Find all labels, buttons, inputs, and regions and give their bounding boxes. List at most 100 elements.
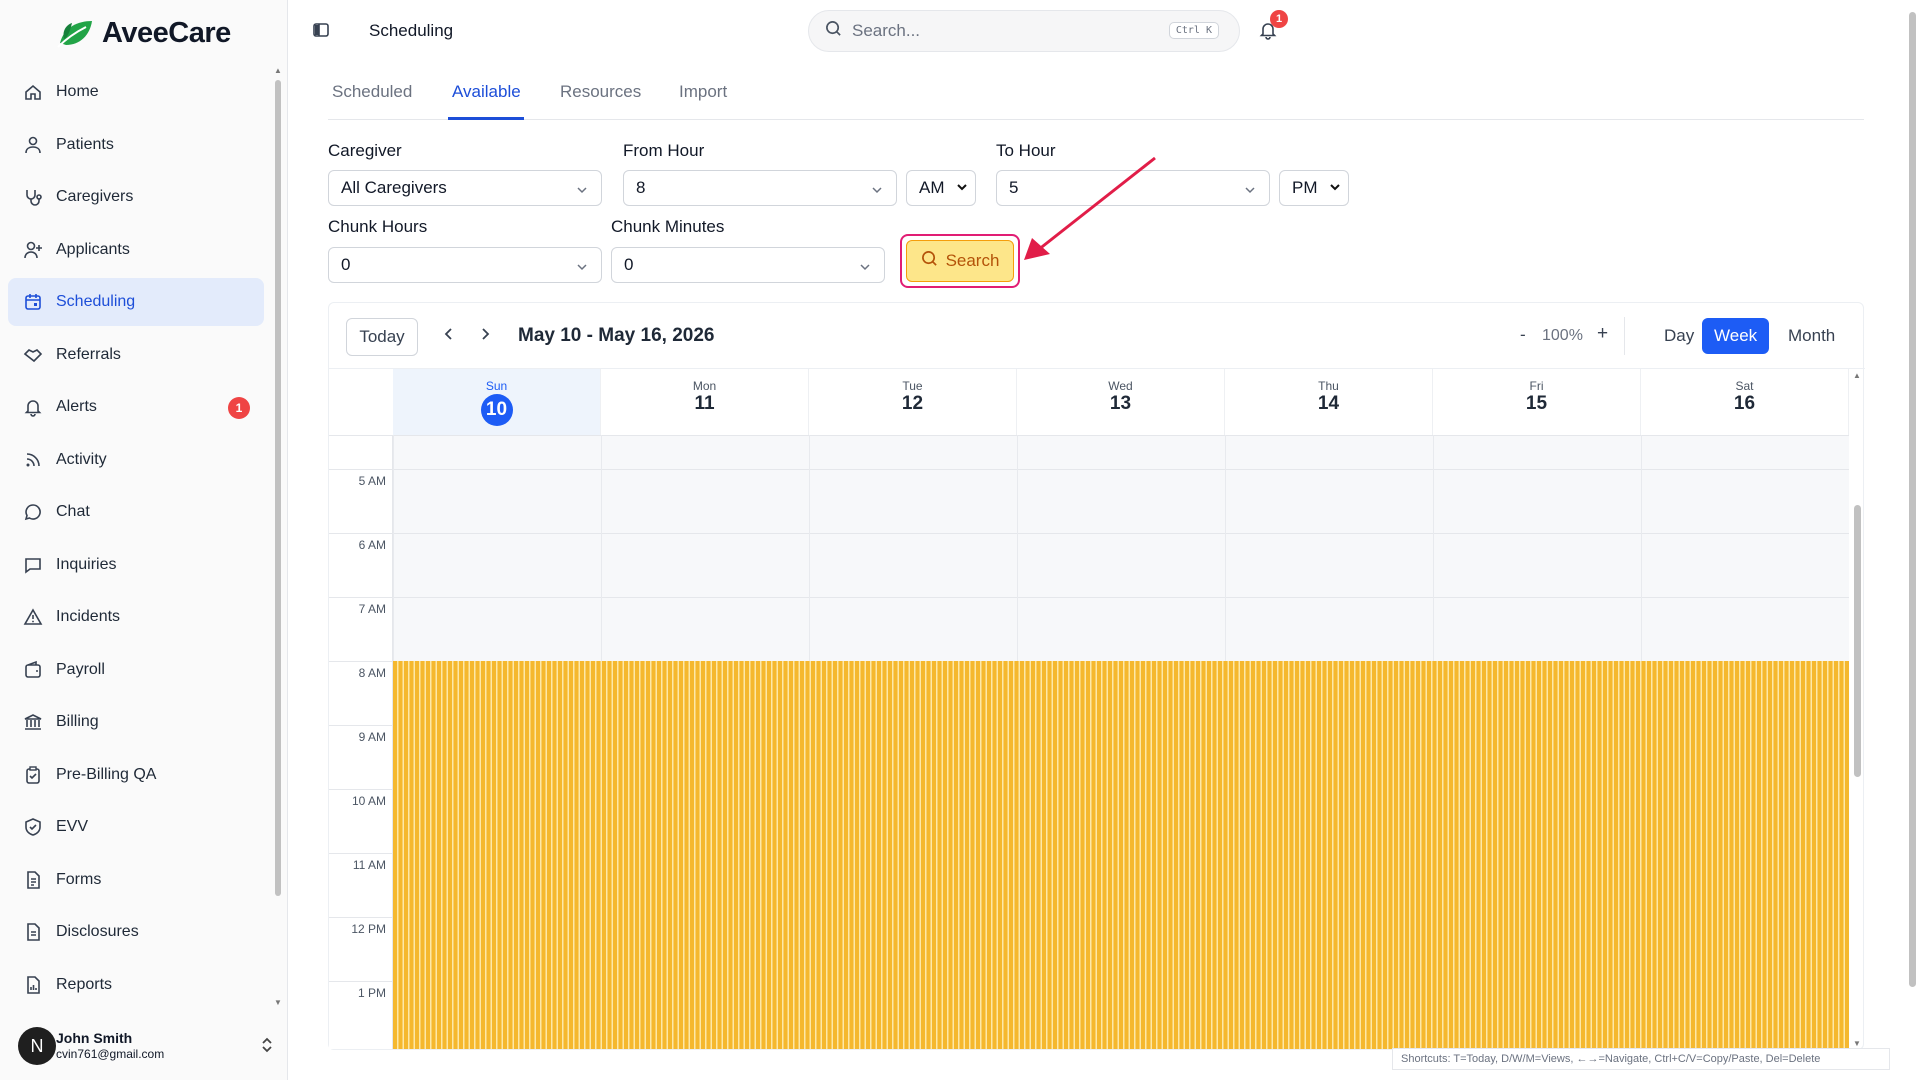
chevron-left-icon[interactable]: [443, 326, 455, 347]
sidebar-item-incidents[interactable]: Incidents: [8, 593, 264, 641]
sidebar-item-evv[interactable]: EVV: [8, 803, 264, 851]
day-number: 10: [480, 394, 513, 426]
tab-scheduled[interactable]: Scheduled: [332, 82, 412, 102]
day-header-sun[interactable]: Sun 10: [393, 369, 601, 435]
user-profile[interactable]: N John Smith cvin761@gmail.com: [18, 1024, 274, 1068]
sidebar-item-chat[interactable]: Chat: [8, 488, 264, 536]
shortcuts-hint: Shortcuts: T=Today, D/W/M=Views, ←→=Navi…: [1392, 1048, 1890, 1070]
page-scroll-thumb[interactable]: [1909, 12, 1916, 987]
tab-resources[interactable]: Resources: [560, 82, 641, 102]
chunk-minutes-label: Chunk Minutes: [611, 217, 725, 236]
zoom-in-button[interactable]: +: [1597, 323, 1608, 345]
chevron-down-icon: [575, 182, 589, 196]
sidebar-item-inquiries[interactable]: Inquiries: [8, 541, 264, 589]
day-number: 14: [1317, 393, 1340, 414]
sidebar-item-reports[interactable]: Reports: [8, 961, 264, 1009]
availability-block[interactable]: [393, 661, 1849, 1049]
day-name: Sun: [485, 379, 508, 393]
sidebar-item-pre-billing-qa[interactable]: Pre-Billing QA: [8, 751, 264, 799]
chevron-up-down-icon[interactable]: [260, 1036, 274, 1057]
avatar: N: [18, 1027, 56, 1065]
from-ampm-select[interactable]: AM: [906, 170, 976, 206]
view-month-button[interactable]: Month: [1776, 318, 1847, 354]
caregiver-value: All Caregivers: [341, 178, 447, 197]
hour-row[interactable]: [329, 435, 1849, 469]
chevron-down-icon: [858, 259, 872, 273]
to-ampm-value: PM: [1292, 178, 1318, 197]
day-header-thu[interactable]: Thu 14: [1225, 369, 1433, 435]
search-icon: [825, 20, 842, 42]
sidebar-item-alerts[interactable]: Alerts 1: [8, 383, 264, 431]
tab-import[interactable]: Import: [679, 82, 727, 102]
calendar-icon: [22, 291, 44, 313]
sidebar-item-disclosures[interactable]: Disclosures: [8, 908, 264, 956]
sidebar-item-referrals[interactable]: Referrals: [8, 331, 264, 379]
search-button[interactable]: Search: [906, 240, 1014, 282]
view-week-button[interactable]: Week: [1702, 318, 1770, 354]
chevron-down-icon: [870, 182, 884, 196]
day-header-fri[interactable]: Fri 15: [1433, 369, 1641, 435]
calendar-grid[interactable]: 5 AM 6 AM 7 AM 8 AM 9 AM 10 AM 11 AM 12 PM 1 PM: [329, 435, 1849, 1049]
sidebar-item-activity[interactable]: Activity: [8, 436, 264, 484]
from-hour-select[interactable]: 8: [623, 170, 897, 206]
sidebar-item-label: Inquiries: [56, 555, 117, 573]
chunk-hours-select[interactable]: 0: [328, 247, 602, 283]
sidebar-item-label: Activity: [56, 450, 107, 468]
hour-row[interactable]: 7 AM: [329, 597, 1849, 661]
caregiver-label: Caregiver: [328, 141, 402, 160]
day-number: 12: [901, 393, 924, 414]
sidebar-item-forms[interactable]: Forms: [8, 856, 264, 904]
sidebar-item-label: Caregivers: [56, 188, 134, 205]
sidebar-item-label: Forms: [56, 870, 102, 888]
sidebar-item-label: Referrals: [56, 345, 121, 363]
day-number: 13: [1109, 393, 1132, 414]
notification-badge: 1: [1270, 10, 1288, 28]
sidebar-item-patients[interactable]: Patients: [8, 121, 264, 169]
chevron-right-icon[interactable]: [479, 326, 491, 347]
day-name: Fri: [1529, 379, 1544, 393]
sidebar-item-home[interactable]: Home: [8, 68, 264, 116]
sidebar-item-label: Disclosures: [56, 923, 139, 940]
day-number: 16: [1733, 393, 1756, 414]
calendar-scroll-thumb[interactable]: [1854, 505, 1861, 777]
day-header-wed[interactable]: Wed 13: [1017, 369, 1225, 435]
view-day-button[interactable]: Day: [1652, 318, 1706, 354]
hour-row[interactable]: 5 AM: [329, 469, 1849, 533]
day-header-sat[interactable]: Sat 16: [1641, 369, 1849, 435]
sidebar-item-scheduling[interactable]: Scheduling: [8, 278, 264, 326]
sidebar-toggle-icon[interactable]: [312, 21, 332, 41]
today-button[interactable]: Today: [346, 318, 418, 356]
sidebar-item-billing[interactable]: Billing: [8, 698, 264, 746]
sidebar-item-payroll[interactable]: Payroll: [8, 646, 264, 694]
caregiver-select[interactable]: All Caregivers: [328, 170, 602, 206]
scroll-down-icon[interactable]: ▼: [274, 998, 282, 1007]
sidebar: AveeCare Home Patients Caregivers Applicant…: [0, 0, 288, 1080]
calendar: Today May 10 - May 16, 2026 - 100% + Day…: [328, 302, 1865, 1051]
day-name: Mon: [692, 379, 717, 393]
day-name: Sat: [1735, 379, 1754, 393]
hour-row[interactable]: 6 AM: [329, 533, 1849, 597]
global-search-input[interactable]: Search... Ctrl K: [808, 10, 1240, 52]
day-header-tue[interactable]: Tue 12: [809, 369, 1017, 435]
from-hour-value: 8: [636, 178, 646, 197]
to-ampm-select[interactable]: PM: [1279, 170, 1349, 206]
scroll-down-icon[interactable]: ▼: [1853, 1039, 1861, 1048]
calendar-toolbar: Today May 10 - May 16, 2026 - 100% + Day…: [329, 303, 1865, 369]
calendar-scrollbar[interactable]: ▲ ▼: [1851, 369, 1863, 1051]
sidebar-item-caregivers[interactable]: Caregivers: [8, 173, 264, 221]
sidebar-item-applicants[interactable]: Applicants: [8, 226, 264, 274]
scroll-up-icon[interactable]: ▲: [1853, 371, 1861, 380]
page-scrollbar[interactable]: [1904, 0, 1920, 1080]
zoom-out-button[interactable]: -: [1520, 325, 1526, 345]
sidebar-scroll-thumb[interactable]: [275, 80, 281, 896]
sidebar-item-label: Home: [56, 83, 99, 100]
scroll-up-icon[interactable]: ▲: [274, 66, 282, 75]
logo[interactable]: AveeCare: [56, 14, 231, 52]
search-icon: [921, 250, 938, 272]
chunk-minutes-value: 0: [624, 255, 634, 274]
tab-available[interactable]: Available: [452, 82, 521, 102]
day-header-mon[interactable]: Mon 11: [601, 369, 809, 435]
sidebar-scrollbar[interactable]: ▲ ▼: [274, 66, 282, 1007]
sidebar-item-label: EVV: [56, 818, 89, 835]
chunk-minutes-select[interactable]: 0: [611, 247, 885, 283]
